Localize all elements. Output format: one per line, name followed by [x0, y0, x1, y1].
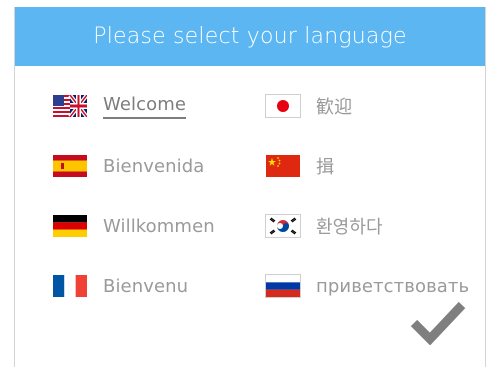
language-option-japanese[interactable]: 歓迎 [266, 89, 352, 123]
language-option-korean[interactable]: 환영하다 [266, 209, 383, 243]
language-option-french[interactable]: Bienvenu [53, 269, 188, 303]
language-label: Welcome [103, 94, 187, 119]
spain-flag-icon [53, 155, 87, 177]
language-option-chinese[interactable]: 揖 [266, 149, 334, 183]
language-dialog: Please select your language Welcome Bien… [14, 7, 486, 367]
language-label: 揖 [316, 157, 335, 178]
japan-flag-icon [266, 95, 300, 117]
checkmark-icon[interactable] [410, 299, 466, 345]
language-label: приветствовать [316, 275, 470, 297]
russia-flag-icon [266, 275, 300, 297]
uk-us-flag-icon [53, 95, 87, 117]
language-option-spanish[interactable]: Bienvenida [53, 149, 204, 183]
dialog-title: Please select your language [15, 7, 485, 66]
language-option-english[interactable]: Welcome [53, 89, 187, 123]
language-label: 歓迎 [316, 97, 353, 118]
language-label: Bienvenida [103, 155, 205, 177]
language-option-russian[interactable]: приветствовать [266, 269, 469, 303]
language-option-german[interactable]: Willkommen [53, 209, 215, 243]
language-label: Willkommen [103, 215, 215, 237]
france-flag-icon [53, 275, 87, 297]
korea-flag-icon [266, 215, 300, 237]
china-flag-icon [266, 155, 300, 177]
germany-flag-icon [53, 215, 87, 237]
language-label: Bienvenu [103, 275, 189, 297]
language-label: 환영하다 [316, 217, 383, 238]
